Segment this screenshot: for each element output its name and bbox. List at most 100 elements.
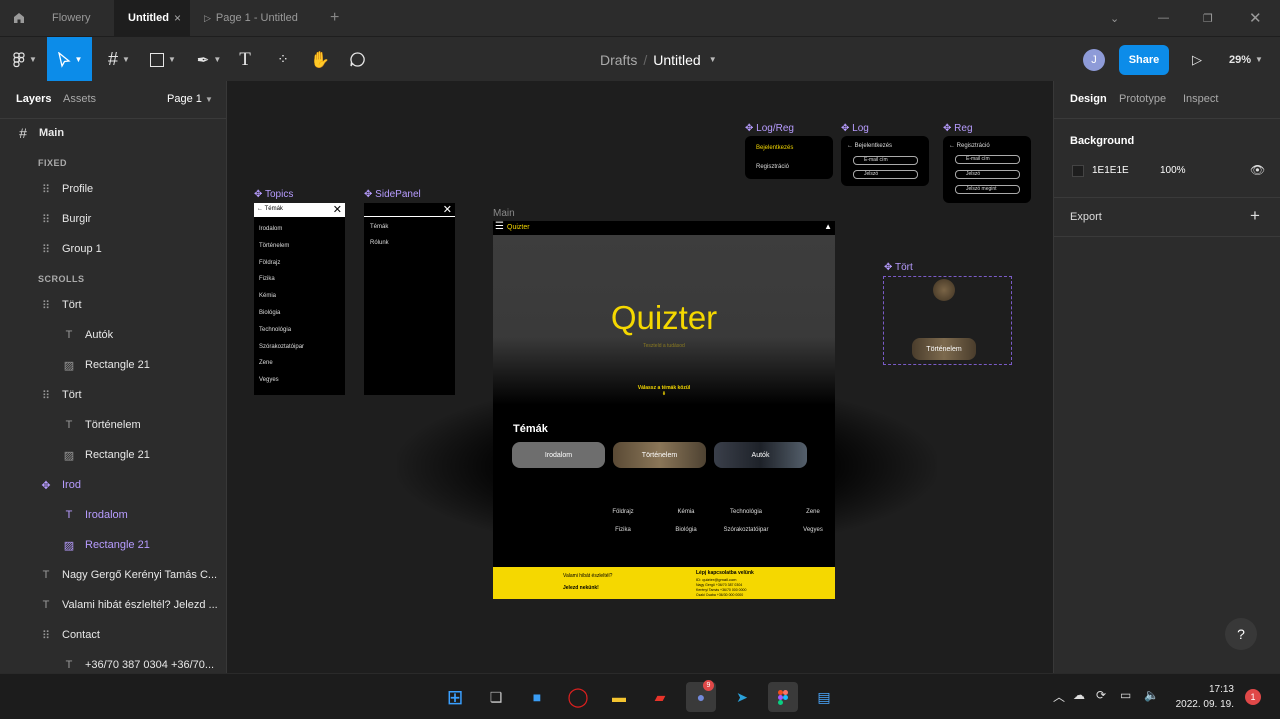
layer-row[interactable]: ⠿ Profile xyxy=(0,174,226,204)
topic-grid-item[interactable]: Fizika xyxy=(615,527,631,533)
topic-grid-item[interactable]: Technológia xyxy=(730,509,762,515)
tab-prototype[interactable]: Prototype xyxy=(1119,93,1166,105)
frame-label-main[interactable]: Main xyxy=(493,208,515,219)
new-tab-button[interactable]: + xyxy=(330,0,350,36)
tray-chevron-icon[interactable]: ︿ xyxy=(1053,688,1065,705)
logreg-item[interactable]: Regisztráció xyxy=(756,164,789,170)
topic-card-tortenelem[interactable]: Történelem xyxy=(613,442,706,468)
restore-icon[interactable]: ❐ xyxy=(1203,0,1217,36)
layer-row[interactable]: ▨ Rectangle 21 xyxy=(0,530,226,560)
hand-tool-button[interactable]: ✋ xyxy=(309,37,331,82)
sidepanel-item[interactable]: Rólunk xyxy=(370,240,389,246)
resources-button[interactable]: ⁘ xyxy=(272,37,294,82)
home-tab[interactable] xyxy=(0,0,38,36)
log-password-field[interactable]: Jelszó xyxy=(853,170,918,179)
notepad-icon[interactable]: ▤ xyxy=(809,682,839,712)
media-app-icon[interactable]: ▰ xyxy=(645,682,675,712)
tab-page-1-untitled[interactable]: ▷ Page 1 - Untitled xyxy=(192,0,324,36)
layer-row[interactable]: ⠿ Tört xyxy=(0,380,226,410)
layer-row[interactable]: ⠿ Tört xyxy=(0,290,226,320)
telegram-icon[interactable]: ➤ xyxy=(727,682,757,712)
close-icon[interactable]: × xyxy=(174,11,181,25)
present-button[interactable]: ▷ xyxy=(1188,37,1206,82)
share-button[interactable]: Share xyxy=(1119,44,1169,75)
tab-untitled[interactable]: Untitled × xyxy=(114,0,190,36)
store-icon[interactable]: ■ xyxy=(522,682,552,712)
topics-item[interactable]: Történelem xyxy=(259,243,289,249)
sync-icon[interactable]: ⟳ xyxy=(1096,688,1106,702)
tab-assets[interactable]: Assets xyxy=(63,93,96,105)
topics-item[interactable]: Biológia xyxy=(259,310,280,316)
discord-icon[interactable]: ● 9 xyxy=(686,680,716,712)
frame-sidepanel[interactable]: ✕ Témák Rólunk xyxy=(364,203,455,395)
canvas[interactable]: ✥ Log/Reg Bejelentkezés Regisztráció ✥ L… xyxy=(227,81,1053,673)
onedrive-icon[interactable]: ☁ xyxy=(1073,688,1085,702)
topic-grid-item[interactable]: Szórakoztatóipar xyxy=(723,527,768,533)
layer-row[interactable]: ⠿ Group 1 xyxy=(0,234,226,264)
logreg-item[interactable]: Bejelentkezés xyxy=(756,145,793,151)
windows-start-icon[interactable]: ⊞ xyxy=(440,682,470,712)
notification-badge[interactable]: 1 xyxy=(1245,689,1261,705)
topics-item[interactable]: Fizika xyxy=(259,276,275,282)
layer-row[interactable]: # Main xyxy=(0,118,226,148)
log-email-field[interactable]: E-mail cím xyxy=(853,156,918,165)
close-icon[interactable]: ✕ xyxy=(333,203,342,216)
volume-icon[interactable]: 🔈 xyxy=(1144,688,1159,702)
zoom-menu[interactable]: 29% ▼ xyxy=(1224,37,1268,82)
topic-grid-item[interactable]: Biológia xyxy=(675,527,696,533)
frame-label-sidepanel[interactable]: ✥ SidePanel xyxy=(364,189,421,200)
sidepanel-item[interactable]: Témák xyxy=(370,224,388,230)
layer-row[interactable]: T Történelem xyxy=(0,410,226,440)
pen-tool-button[interactable]: ✒ ▼ xyxy=(190,37,228,82)
topics-item[interactable]: Szórakoztatóipar xyxy=(259,344,304,350)
topics-item[interactable]: Vegyes xyxy=(259,377,279,383)
eye-icon[interactable]: 👁 xyxy=(1250,163,1265,177)
bg-opacity-input[interactable]: 100% xyxy=(1160,165,1186,176)
reg-password-field[interactable]: Jelszó xyxy=(955,170,1020,179)
layer-row[interactable]: ▨ Rectangle 21 xyxy=(0,440,226,470)
layer-row[interactable]: ⠿ Contact xyxy=(0,620,226,650)
figma-taskbar-icon[interactable] xyxy=(768,682,798,712)
frame-main[interactable]: ☰ Quizter ▲ Quizter Teszteld a tudásod V… xyxy=(493,221,835,599)
clock-date[interactable]: 2022. 09. 19. xyxy=(1162,699,1234,710)
close-icon[interactable]: ✕ xyxy=(443,203,452,216)
layer-row[interactable]: T Autók xyxy=(0,320,226,350)
tab-design[interactable]: Design xyxy=(1070,93,1107,105)
display-icon[interactable]: ▭ xyxy=(1120,688,1131,702)
profile-icon[interactable]: ▲ xyxy=(824,222,832,231)
frame-reg[interactable]: ← Regisztráció E-mail cím Jelszó Jelszó … xyxy=(943,136,1031,203)
export-add-button[interactable]: + xyxy=(1250,206,1260,226)
chevron-down-icon[interactable]: ▼ xyxy=(709,55,717,64)
frame-label-logreg[interactable]: ✥ Log/Reg xyxy=(745,123,794,134)
main-menu-button[interactable]: ▼ xyxy=(6,37,44,82)
bg-hex-input[interactable]: 1E1E1E xyxy=(1092,165,1129,176)
text-tool-button[interactable]: T xyxy=(234,37,256,82)
shape-tool-button[interactable]: ▼ xyxy=(144,37,182,82)
topics-item[interactable]: Technológia xyxy=(259,327,291,333)
reg-email-field[interactable]: E-mail cím xyxy=(955,155,1020,164)
user-avatar-button[interactable]: J xyxy=(1082,37,1106,82)
tort-card[interactable]: Történelem xyxy=(912,338,976,360)
layer-row[interactable]: ✥ Irod xyxy=(0,470,226,500)
layer-row[interactable]: T Valami hibát észleltél? Jelezd ... xyxy=(0,590,226,620)
opera-icon[interactable]: ◯ xyxy=(563,682,593,712)
chevron-down-icon[interactable]: ⌄ xyxy=(1110,0,1124,36)
clock-time[interactable]: 17:13 xyxy=(1172,684,1234,695)
frame-label-log[interactable]: ✥ Log xyxy=(841,123,869,134)
layer-row[interactable]: ▨ Rectangle 21 xyxy=(0,350,226,380)
minimize-icon[interactable]: — xyxy=(1158,0,1172,36)
topics-item[interactable]: Földrajz xyxy=(259,260,280,266)
topic-grid-item[interactable]: Földrajz xyxy=(612,509,633,515)
frame-logreg[interactable]: Bejelentkezés Regisztráció xyxy=(745,136,833,179)
topic-card-autok[interactable]: Autók xyxy=(714,442,807,468)
tab-layers[interactable]: Layers xyxy=(16,93,51,105)
reg-password-again-field[interactable]: Jelszó megint xyxy=(955,185,1020,194)
topic-card-irodalom[interactable]: Irodalom xyxy=(512,442,605,468)
frame-label-tort[interactable]: ✥ Tört xyxy=(884,262,913,273)
topics-item[interactable]: Kémia xyxy=(259,293,276,299)
frame-label-topics[interactable]: ✥ Topics xyxy=(254,189,293,200)
layer-row[interactable]: T Irodalom xyxy=(0,500,226,530)
frame-log[interactable]: ← Bejelentkezés E-mail cím Jelszó xyxy=(841,136,929,186)
window-close-icon[interactable]: ✕ xyxy=(1249,0,1263,36)
frame-topics[interactable]: ← Témák ✕ Irodalom Történelem Földrajz Fizi… xyxy=(254,203,345,395)
